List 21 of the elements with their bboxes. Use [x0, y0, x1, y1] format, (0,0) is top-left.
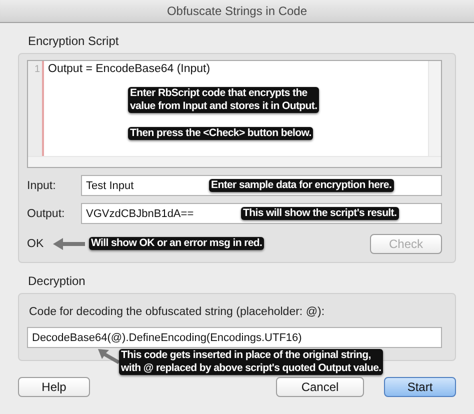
annotation-text: This code gets inserted in place of the original string, with @ replaced by above script's quoted Output value. [119, 349, 384, 375]
up-left-arrow-icon [97, 348, 121, 364]
dialog-button[interactable]: Start [384, 377, 456, 397]
annotation-text: Then press the <Check> button below. [128, 127, 314, 140]
section-title: Encryption Script [28, 34, 120, 48]
window-title: Obfuscate Strings in Code [0, 0, 474, 23]
status-text: OK [27, 238, 44, 250]
code-line: Output = EncodeBase64 (Input) [47, 62, 212, 77]
annotation-text: Enter sample data for encryption here. [209, 179, 394, 192]
left-arrow-icon [53, 238, 85, 250]
annotation-text: This will show the script's result. [241, 207, 399, 220]
field-label: Output: [27, 208, 66, 220]
dialog-button[interactable]: Help [18, 377, 90, 397]
text-field[interactable]: DecodeBase64(@).DefineEncoding(Encodings.UTF16) [27, 327, 442, 348]
code-editor[interactable]: 1 Output = EncodeBase64 (Input) Enter RbScript code that encrypts the value from Input and stores it in Output. Then press the <Check> button below. [27, 60, 442, 168]
annotation-text: Will show OK or an error msg in red. [89, 237, 264, 250]
section-title: Decryption [28, 274, 86, 288]
description-text: Code for decoding the obfuscated string (placeholder: @): [29, 306, 326, 318]
annotation-text: Enter RbScript code that encrypts the value from Input and stores it in Output. [128, 87, 320, 113]
field-label: Input: [27, 180, 57, 192]
dialog-button[interactable]: Cancel [276, 377, 364, 397]
